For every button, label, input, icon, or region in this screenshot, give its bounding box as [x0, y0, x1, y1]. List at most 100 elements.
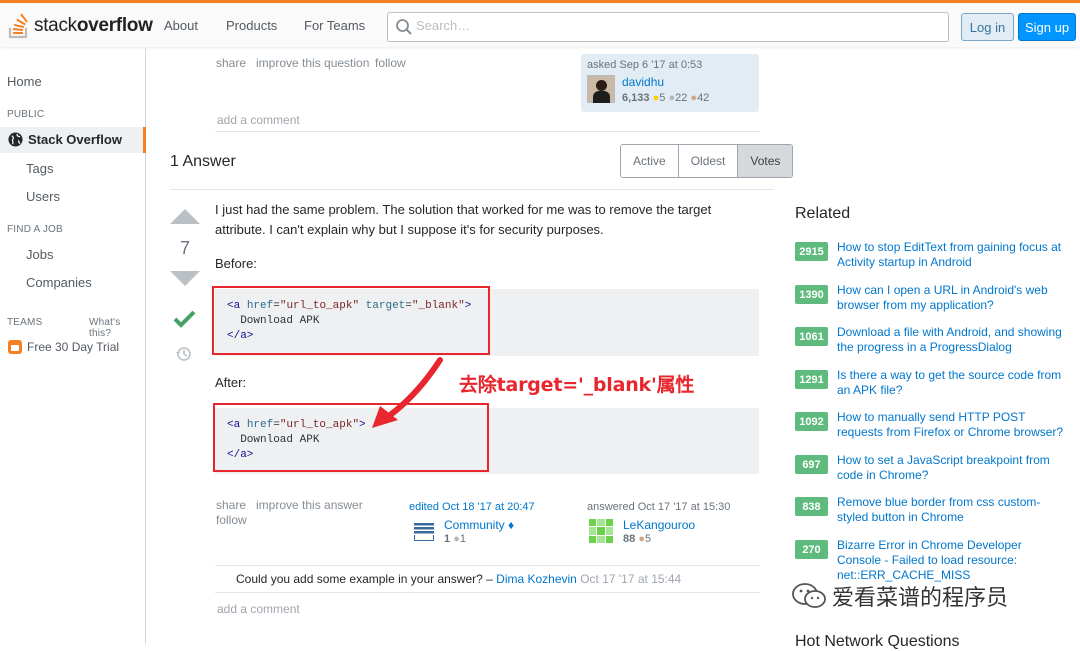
related-item[interactable]: 697 How to set a JavaScript breakpoint fr…	[795, 453, 1065, 483]
related-item[interactable]: 2915 How to stop EditText from gaining fo…	[795, 240, 1065, 270]
related-link[interactable]: How can I open a URL in Android's web br…	[837, 283, 1065, 313]
tab-oldest[interactable]: Oldest	[678, 145, 739, 177]
nav-for-teams[interactable]: For Teams	[304, 18, 365, 33]
related-link[interactable]: How to set a JavaScript breakpoint from …	[837, 453, 1065, 483]
editor-name[interactable]: Community ♦	[444, 518, 514, 532]
search-icon	[396, 19, 412, 35]
tab-votes[interactable]: Votes	[738, 145, 793, 177]
identicon-avatar-icon[interactable]	[587, 517, 615, 545]
vote-count: 7	[179, 238, 190, 258]
answers-count: 1 Answer	[170, 153, 236, 170]
accepted-check-icon	[173, 310, 196, 328]
answer-add-comment[interactable]: add a comment	[217, 602, 300, 616]
related-item[interactable]: 1061 Download a file with Android, and sh…	[795, 325, 1065, 355]
stackoverflow-logo[interactable]: stackoverflow	[8, 11, 153, 41]
answerer-stats: 88 ●5	[623, 533, 651, 545]
stackoverflow-logo-icon	[8, 13, 28, 39]
login-button[interactable]: Log in	[961, 13, 1014, 41]
gold-count: 5	[659, 92, 666, 104]
question-share-link[interactable]: share	[216, 56, 246, 70]
history-icon[interactable]	[176, 346, 192, 362]
downvote-arrow-icon[interactable]	[170, 271, 200, 286]
related-link[interactable]: Download a file with Android, and showin…	[837, 325, 1065, 355]
sidebar-item-tags[interactable]: Tags	[26, 161, 53, 176]
related-link[interactable]: How to manually send HTTP POST requests …	[837, 410, 1065, 440]
related-item[interactable]: 1291 Is there a way to get the source cod…	[795, 368, 1065, 398]
related-score: 1390	[795, 285, 828, 304]
left-sidebar: Home PUBLIC Stack Overflow Tags Users FI…	[0, 47, 146, 644]
answer-editor-card: edited Oct 18 '17 at 20:47 Community ♦ 1…	[409, 500, 579, 550]
bronze-count: 42	[697, 92, 710, 104]
comment-text: Could you add some example in your answe…	[236, 572, 497, 586]
answer-line-2: attribute. I can't explain why but I sup…	[215, 222, 604, 237]
related-item[interactable]: 270 Bizarre Error in Chrome Developer Con…	[795, 538, 1065, 583]
annotation-text: 去除target='_blank'属性	[459, 374, 695, 396]
related-score: 1291	[795, 370, 828, 389]
nav-about[interactable]: About	[164, 18, 198, 33]
nav-products[interactable]: Products	[226, 18, 277, 33]
related-score: 2915	[795, 242, 828, 261]
silver-count: 22	[675, 92, 688, 104]
sidebar-item-users[interactable]: Users	[26, 189, 60, 204]
sidebar-item-stack-overflow[interactable]: Stack Overflow	[0, 127, 146, 153]
editor-stats: 1 ●1	[444, 533, 466, 545]
related-score: 1061	[795, 327, 828, 346]
answer-follow-link[interactable]: follow	[216, 513, 247, 527]
avatar[interactable]	[587, 75, 615, 103]
teams-briefcase-icon	[8, 340, 22, 354]
related-link[interactable]: Is there a way to get the source code fr…	[837, 368, 1065, 398]
search-box[interactable]	[387, 12, 949, 42]
edited-time[interactable]: edited Oct 18 '17 at 20:47	[409, 501, 535, 513]
sidebar-heading-find-job: FIND A JOB	[7, 224, 63, 235]
answer-share-link[interactable]: share	[216, 498, 246, 512]
related-item[interactable]: 1092 How to manually send HTTP POST reque…	[795, 410, 1065, 440]
search-input[interactable]	[416, 18, 916, 33]
related-link[interactable]: How to stop EditText from gaining focus …	[837, 240, 1065, 270]
signup-button[interactable]: Sign up	[1018, 13, 1076, 41]
question-add-comment[interactable]: add a comment	[217, 113, 300, 127]
wechat-watermark: 爱看菜谱的程序员	[792, 580, 1008, 612]
answer-improve-link[interactable]: improve this answer	[256, 498, 363, 512]
red-arrow-icon	[372, 357, 443, 428]
hot-network-heading: Hot Network Questions	[795, 633, 960, 650]
related-link[interactable]: Bizarre Error in Chrome Developer Consol…	[837, 538, 1065, 583]
editor-reputation: 1	[444, 533, 451, 545]
related-item[interactable]: 1390 How can I open a URL in Android's we…	[795, 283, 1065, 313]
sidebar-item-jobs[interactable]: Jobs	[26, 247, 53, 262]
answerer-name[interactable]: LeKangouroo	[623, 518, 695, 532]
answer-line-1: I just had the same problem. The solutio…	[215, 202, 712, 217]
question-owner-name[interactable]: davidhu	[622, 75, 664, 89]
question-owner-card: asked Sep 6 '17 at 0:53 davidhu 6,133 ●5…	[581, 54, 759, 112]
comment-user-link[interactable]: Dima Kozhevin	[496, 572, 577, 586]
answered-time: answered Oct 17 '17 at 15:30	[587, 501, 731, 513]
before-label: Before:	[215, 256, 257, 271]
comment: Could you add some example in your answe…	[236, 572, 681, 586]
question-improve-link[interactable]: improve this question	[256, 56, 369, 70]
free-trial-link[interactable]: Free 30 Day Trial	[8, 340, 119, 354]
upvote-arrow-icon[interactable]	[170, 209, 200, 224]
related-score: 697	[795, 455, 828, 474]
whats-this-link[interactable]: What's this?	[89, 317, 145, 339]
related-item[interactable]: 838 Remove blue border from css custom-st…	[795, 495, 1065, 525]
editor-silver-count: 1	[459, 533, 466, 545]
asked-time: asked Sep 6 '17 at 0:53	[587, 59, 703, 71]
silver-badge-icon: ●	[453, 533, 460, 545]
related-score: 270	[795, 540, 828, 559]
sidebar-item-companies[interactable]: Companies	[26, 275, 92, 290]
answerer-bronze-count: 5	[644, 533, 652, 545]
wechat-icon	[792, 583, 826, 608]
comments-divider	[215, 131, 760, 132]
tab-active[interactable]: Active	[621, 145, 679, 177]
after-label: After:	[215, 375, 247, 390]
related-link[interactable]: Remove blue border from css custom-style…	[837, 495, 1065, 525]
community-avatar-icon[interactable]	[414, 519, 434, 541]
globe-icon	[8, 132, 23, 147]
answers-divider	[170, 189, 774, 190]
comment-divider-top	[215, 565, 760, 566]
answer-body: I just had the same problem. The solutio…	[215, 200, 755, 240]
sidebar-item-home[interactable]: Home	[7, 74, 42, 89]
sidebar-heading-public: PUBLIC	[7, 109, 45, 120]
reputation: 6,133	[622, 92, 650, 104]
related-heading: Related	[795, 205, 851, 222]
question-follow-link[interactable]: follow	[375, 56, 406, 70]
